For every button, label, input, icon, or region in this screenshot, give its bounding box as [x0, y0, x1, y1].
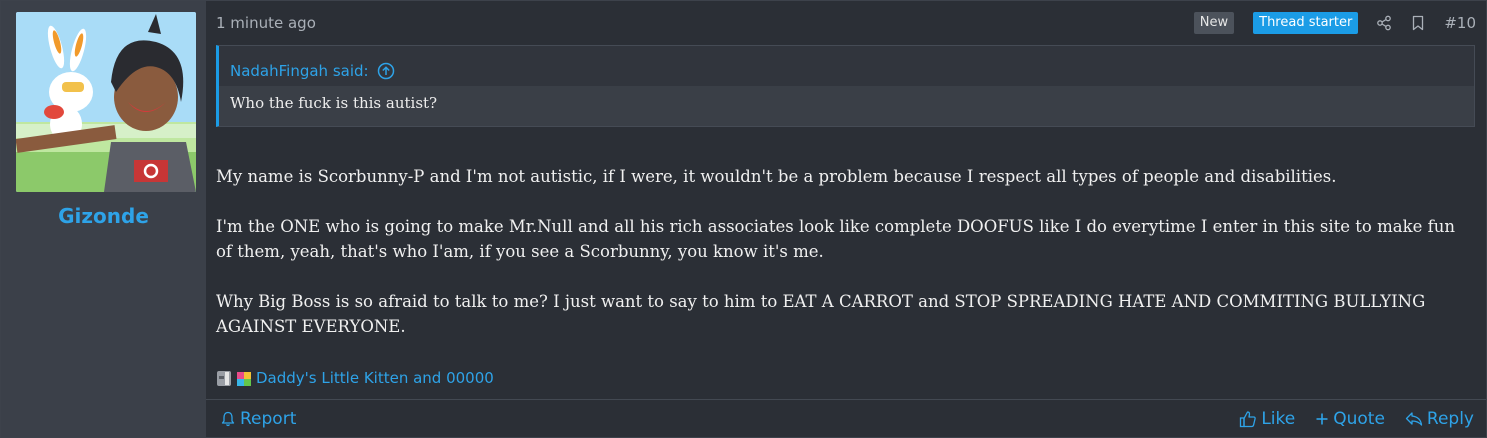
quote-button[interactable]: Quote	[1315, 409, 1385, 429]
post-timestamp[interactable]: 1 minute ago	[216, 14, 316, 32]
quote-header[interactable]: NadahFingah said:	[219, 46, 1474, 86]
report-label: Report	[240, 409, 297, 429]
quote-author[interactable]: NadahFingah said:	[230, 62, 369, 80]
user-info-panel: Gizonde	[1, 1, 206, 437]
reactions-bar[interactable]: Daddy's Little Kitten and 00000	[216, 368, 494, 388]
arrow-up-circle-icon[interactable]	[377, 62, 395, 80]
report-button[interactable]: Report	[220, 409, 296, 429]
plus-icon	[1315, 412, 1329, 426]
like-button[interactable]: Like	[1239, 409, 1295, 429]
thumbs-up-icon	[1239, 410, 1257, 428]
autism-reaction-icon	[236, 368, 252, 388]
quote-label: Quote	[1333, 409, 1385, 429]
quote-block: NadahFingah said: Who the fuck is this a…	[216, 45, 1475, 127]
post-paragraph: Why Big Boss is so afraid to talk to me?…	[216, 292, 1426, 336]
post-main: 1 minute ago New Thread starter #10 Nada…	[206, 1, 1486, 437]
post-body: My name is Scorbunny-P and I'm not autis…	[216, 164, 1476, 339]
reply-arrow-icon	[1405, 411, 1423, 427]
dumb-reaction-icon	[216, 368, 232, 388]
quote-text: Who the fuck is this autist?	[219, 86, 1474, 126]
forum-post: Gizonde 1 minute ago New Thread starter	[0, 0, 1487, 438]
post-footer: Report Like Quote Reply	[206, 399, 1486, 437]
reactions-text[interactable]: Daddy's Little Kitten and 00000	[256, 369, 494, 387]
reply-label: Reply	[1426, 409, 1474, 429]
thread-starter-badge: Thread starter	[1253, 12, 1359, 34]
share-icon[interactable]	[1376, 15, 1392, 31]
post-actions: Like Quote Reply	[1219, 409, 1474, 429]
username[interactable]: Gizonde	[1, 204, 206, 228]
post-meta: New Thread starter #10	[1193, 12, 1476, 34]
post-paragraph: My name is Scorbunny-P and I'm not autis…	[216, 167, 1337, 186]
post-number-link[interactable]: #10	[1444, 14, 1476, 32]
reply-button[interactable]: Reply	[1405, 409, 1474, 429]
avatar[interactable]	[16, 12, 196, 192]
like-label: Like	[1261, 409, 1296, 429]
bookmark-icon[interactable]	[1410, 15, 1426, 31]
new-badge: New	[1193, 12, 1235, 34]
bell-icon	[220, 411, 236, 427]
post-paragraph: I'm the ONE who is going to make Mr.Null…	[216, 217, 1455, 261]
